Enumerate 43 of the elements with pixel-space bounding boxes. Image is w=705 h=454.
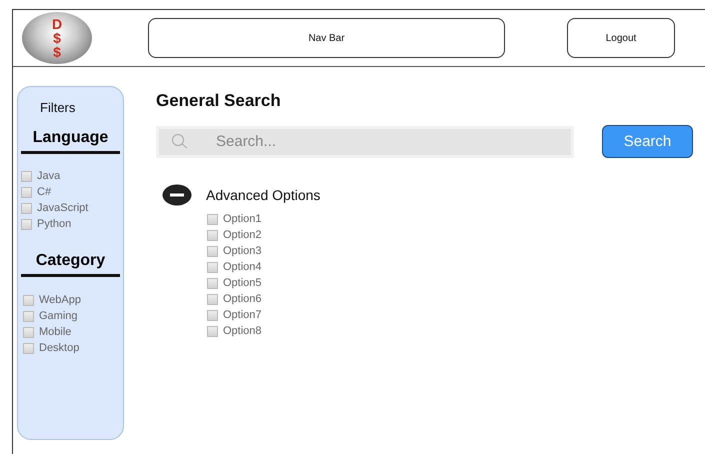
checkbox-label: Option4 [223,261,262,273]
checkbox-label: Option1 [223,213,262,225]
search-icon [171,132,189,150]
logo-text: D$$ [52,17,62,59]
nav-bar[interactable]: Nav Bar [148,18,505,58]
logout-button[interactable]: Logout [567,18,675,58]
checkbox[interactable] [207,214,218,224]
checkbox-label: Java [37,170,60,182]
checkbox-label: Python [37,218,72,230]
collapse-icon[interactable] [162,184,192,206]
checkbox[interactable] [207,246,218,256]
checkbox-label: Desktop [39,342,80,354]
checkbox[interactable] [23,294,34,306]
filter-group-title: Language [21,129,120,154]
checkbox-label: JavaScript [37,202,88,214]
filters-title: Filters [40,100,76,115]
checkbox-label: WebApp [39,294,81,306]
checkbox[interactable] [21,186,32,198]
advanced-options-label: Advanced Options [206,187,320,203]
checkbox[interactable] [207,310,218,320]
checkbox-label: Option3 [223,245,262,257]
checkbox[interactable] [207,294,218,304]
search-field[interactable]: Search... [156,126,574,158]
checkbox[interactable] [23,342,34,354]
checkbox[interactable] [207,278,218,288]
checkbox-label: Option7 [223,309,262,321]
checkbox[interactable] [21,202,32,214]
checkbox[interactable] [21,170,32,182]
checkbox-label: C# [37,186,52,198]
section-title: General Search [156,91,282,111]
checkbox-label: Option5 [223,277,262,289]
checkbox-label: Mobile [39,326,72,338]
checkbox-label: Option2 [223,229,262,241]
checkbox[interactable] [207,262,218,272]
checkbox[interactable] [21,218,32,230]
checkbox[interactable] [23,310,34,322]
checkbox[interactable] [207,326,218,336]
checkbox[interactable] [23,326,34,338]
checkbox-label: Option8 [223,325,262,337]
filter-group-title: Category [21,252,120,277]
checkbox-label: Gaming [39,310,78,322]
checkbox-label: Option6 [223,293,262,305]
checkbox[interactable] [207,230,218,240]
